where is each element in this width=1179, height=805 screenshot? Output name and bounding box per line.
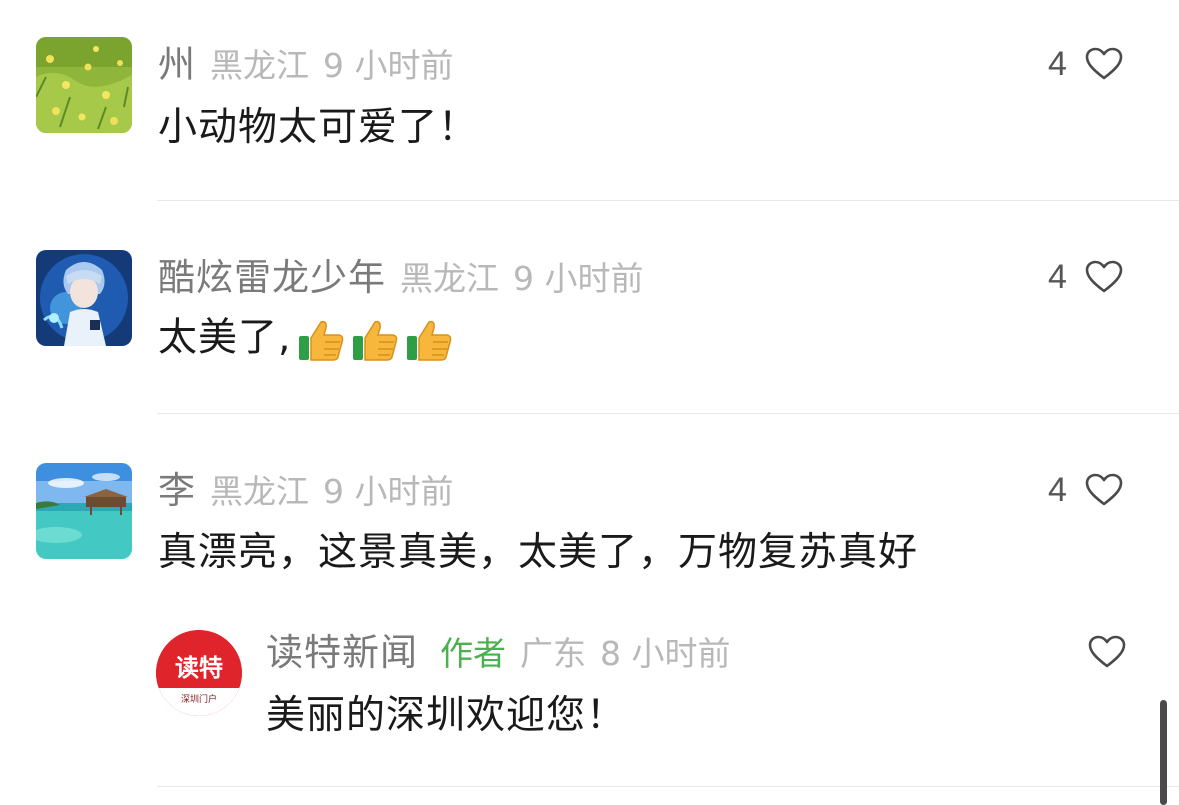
like-count: 4 <box>1048 258 1067 296</box>
like-count: 4 <box>1048 45 1067 83</box>
user-avatar[interactable] <box>36 250 132 346</box>
heart-outline-icon[interactable] <box>1085 473 1123 507</box>
divider <box>157 786 1179 787</box>
avatar-logo-subtext: 深圳门户 <box>181 693 217 705</box>
like-button[interactable] <box>1088 635 1126 669</box>
user-avatar[interactable] <box>36 463 132 559</box>
comment-username[interactable]: 李 <box>158 469 196 512</box>
comment-username[interactable]: 酷炫雷龙少年 <box>158 256 386 299</box>
dute-logo-avatar: 读特 深圳门户 <box>156 630 242 716</box>
like-button[interactable]: 4 <box>1048 260 1123 294</box>
avatar-logo-text: 读特 <box>175 654 223 682</box>
thumbs-up-icon <box>353 320 398 361</box>
comment-region: 黑龙江 <box>210 46 309 85</box>
comment-text: 太美了, <box>158 315 292 361</box>
reply-region: 广东 <box>520 634 586 673</box>
heart-outline-icon[interactable] <box>1085 47 1123 81</box>
comment-time: 9 小时前 <box>323 472 454 511</box>
comment-username[interactable]: 州 <box>158 43 196 86</box>
like-count: 4 <box>1048 471 1067 509</box>
comment-text-row: 太美了, <box>158 318 453 362</box>
anime-boy-avatar-image <box>36 250 132 346</box>
reply-time: 8 小时前 <box>600 634 731 673</box>
comment-time: 9 小时前 <box>513 259 644 298</box>
comment-meta: 州黑龙江 9 小时前 <box>158 46 454 83</box>
grass-flowers-avatar-image <box>36 37 132 133</box>
comment-text: 真漂亮，这景真美，太美了，万物复苏真好 <box>158 530 919 575</box>
comment-meta: 李黑龙江 9 小时前 <box>158 472 454 509</box>
beach-avatar-image <box>36 463 132 559</box>
heart-outline-icon[interactable] <box>1088 635 1126 669</box>
thumbs-up-icon <box>407 320 452 361</box>
heart-outline-icon[interactable] <box>1085 260 1123 294</box>
thumbs-up-icon <box>299 320 344 361</box>
reply-text: 美丽的深圳欢迎您！ <box>266 693 627 738</box>
comment-region: 黑龙江 <box>400 259 499 298</box>
comment-list: 州黑龙江 9 小时前 小动物太可爱了！ 4 酷炫雷龙少年 黑龙江 9 小时前 太美了, <box>0 0 1179 805</box>
author-avatar[interactable]: 读特 深圳门户 <box>156 630 242 716</box>
comment-region: 黑龙江 <box>210 472 309 511</box>
reply-meta: 读特新闻 作者 广东 8 小时前 <box>266 634 731 671</box>
comment-meta: 酷炫雷龙少年 黑龙江 9 小时前 <box>158 259 644 296</box>
comment-text: 小动物太可爱了！ <box>158 105 479 150</box>
author-badge: 作者 <box>440 634 506 673</box>
comment-time: 9 小时前 <box>323 46 454 85</box>
like-button[interactable]: 4 <box>1048 47 1123 81</box>
like-button[interactable]: 4 <box>1048 473 1123 507</box>
user-avatar[interactable] <box>36 37 132 133</box>
divider <box>157 200 1179 201</box>
reply-username[interactable]: 读特新闻 <box>266 631 418 674</box>
emoji-group <box>297 318 453 362</box>
divider <box>157 413 1179 414</box>
scrollbar-thumb[interactable] <box>1160 700 1167 805</box>
